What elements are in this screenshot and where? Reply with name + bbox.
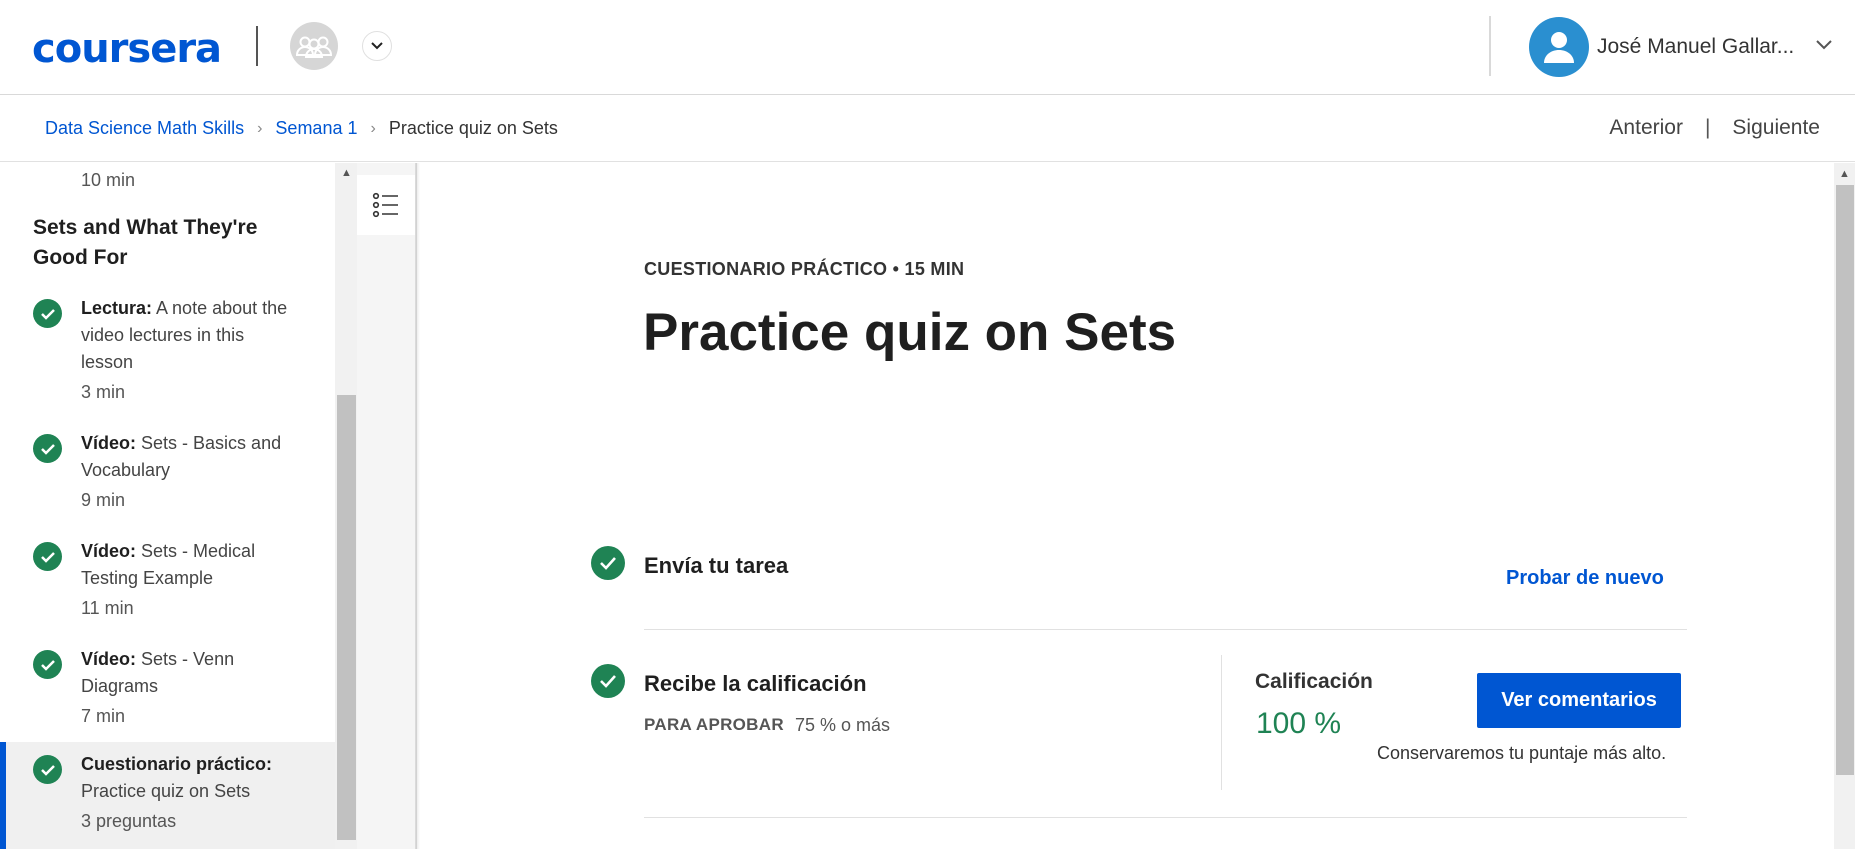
active-indicator — [0, 742, 6, 849]
chevron-right-icon: › — [370, 119, 376, 137]
check-circle-icon — [33, 542, 62, 571]
item-type: Cuestionario práctico: — [81, 754, 273, 774]
top-navigation-bar: coursera José Manuel Gallar... — [0, 0, 1855, 95]
group-icon[interactable] — [290, 22, 338, 70]
previous-button[interactable]: Anterior — [1609, 116, 1683, 140]
item-duration: 9 min — [81, 490, 126, 510]
breadcrumb-week-link[interactable]: Semana 1 — [275, 118, 357, 139]
retry-link[interactable]: Probar de nuevo — [1506, 567, 1664, 590]
logo-divider — [256, 26, 258, 66]
view-feedback-button[interactable]: Ver comentarios — [1477, 673, 1681, 728]
sidebar-item-video-basics[interactable]: Vídeo: Sets - Basics and Vocabulary 9 min — [0, 430, 335, 518]
pager-separator: | — [1704, 116, 1711, 139]
page-title: Practice quiz on Sets — [643, 303, 1177, 362]
outline-toggle-column — [357, 163, 417, 849]
lesson-title: Sets and What They're Good For — [33, 216, 258, 269]
quiz-kicker: CUESTIONARIO PRÁCTICO • 15 MIN — [644, 259, 965, 279]
header-divider — [1489, 16, 1491, 76]
divider — [644, 817, 1687, 818]
column-shadow — [415, 163, 420, 849]
submit-step-title: Envía tu tarea — [644, 553, 789, 578]
main-scrollbar-thumb[interactable] — [1836, 185, 1854, 775]
check-circle-icon — [33, 755, 62, 784]
coursera-logo[interactable]: coursera — [32, 26, 222, 72]
divider — [644, 629, 1687, 630]
sidebar-scrollbar-thumb[interactable] — [337, 395, 356, 840]
sidebar-item-video-venn[interactable]: Vídeo: Sets - Venn Diagrams 7 min — [0, 646, 335, 734]
item-title: Practice quiz on Sets — [81, 781, 251, 801]
sidebar-item-practice-quiz[interactable]: Cuestionario práctico: Practice quiz on … — [0, 742, 335, 849]
user-icon — [1544, 32, 1574, 63]
user-avatar[interactable] — [1529, 17, 1589, 77]
check-circle-icon — [33, 650, 62, 679]
item-type: Vídeo: — [81, 433, 137, 453]
pass-label: PARA APROBAR — [644, 715, 784, 734]
item-pager: Anterior | Siguiente — [1609, 116, 1820, 140]
check-circle-icon — [33, 299, 62, 328]
breadcrumb-current: Practice quiz on Sets — [388, 118, 558, 138]
item-duration: 11 min — [81, 598, 134, 618]
user-name[interactable]: José Manuel Gallar... — [1597, 35, 1794, 59]
grade-step-title: Recibe la calificación — [644, 671, 867, 696]
list-icon — [372, 192, 398, 218]
item-type: Lectura: — [81, 298, 153, 318]
check-circle-icon — [591, 664, 625, 698]
breadcrumb-course-link[interactable]: Data Science Math Skills — [45, 118, 244, 139]
item-duration: 7 min — [81, 706, 126, 726]
check-circle-icon — [33, 434, 62, 463]
sidebar-item-reading[interactable]: Lectura: A note about the video lectures… — [0, 295, 335, 410]
item-duration: 10 min — [81, 170, 136, 190]
highest-score-note: Conservaremos tu puntaje más alto. — [1377, 743, 1667, 763]
chevron-down-icon — [371, 42, 383, 50]
item-duration: 3 min — [81, 382, 126, 402]
divider — [1221, 655, 1222, 790]
outline-toggle-button[interactable] — [357, 175, 415, 235]
grade-value: 100 % — [1256, 707, 1342, 740]
scroll-up-arrow-icon[interactable]: ▲ — [341, 167, 352, 179]
check-circle-icon — [591, 546, 625, 580]
item-type: Vídeo: — [81, 649, 137, 669]
grade-label: Calificación — [1255, 670, 1373, 693]
pass-value: 75 % o más — [795, 715, 891, 735]
chevron-right-icon: › — [257, 119, 263, 137]
chevron-down-icon[interactable] — [1815, 38, 1833, 56]
course-outline-sidebar: 10 min Sets and What They're Good For Le… — [0, 163, 335, 849]
next-button[interactable]: Siguiente — [1732, 116, 1820, 140]
sidebar-item-video-medical[interactable]: Vídeo: Sets - Medical Testing Example 11 … — [0, 538, 335, 626]
item-type: Vídeo: — [81, 541, 137, 561]
breadcrumb-bar: Data Science Math Skills › Semana 1 › Pr… — [0, 96, 1855, 162]
program-switcher-button[interactable] — [362, 31, 392, 61]
scroll-up-arrow-icon[interactable]: ▲ — [1839, 168, 1850, 180]
breadcrumb: Data Science Math Skills › Semana 1 › Pr… — [45, 118, 558, 139]
item-duration: 3 preguntas — [81, 811, 177, 831]
